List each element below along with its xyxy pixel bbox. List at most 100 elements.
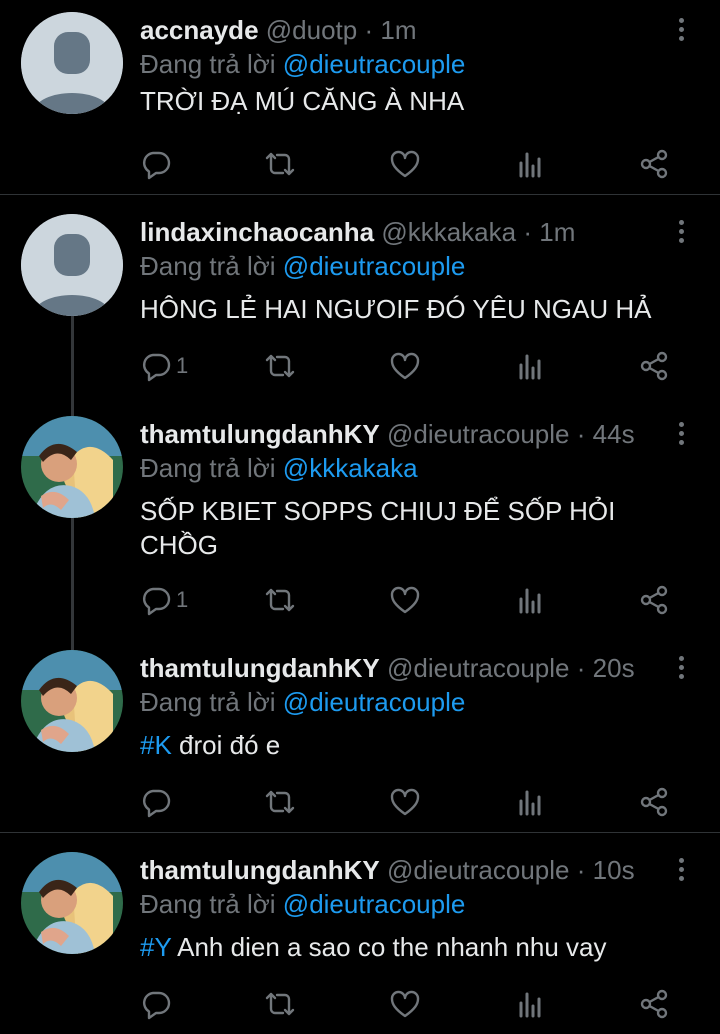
tweet-time[interactable]: 20s	[593, 653, 635, 683]
reply-icon	[142, 151, 171, 180]
replying-to-mention[interactable]: @dieutracouple	[283, 687, 466, 717]
separator-dot: ·	[576, 419, 586, 449]
user-handle[interactable]: @kkkakaka	[381, 217, 516, 247]
share-icon	[640, 351, 668, 381]
user-handle[interactable]: @dieutracouple	[387, 419, 570, 449]
tweet-actions: 1	[140, 346, 680, 386]
reply-button[interactable]: 1	[140, 580, 188, 620]
reply-button[interactable]	[140, 984, 176, 1024]
retweet-button[interactable]	[264, 346, 296, 386]
more-icon[interactable]	[676, 858, 686, 884]
analytics-button[interactable]	[515, 580, 547, 620]
tweet-text: TRỜI ĐẠ MÚ CĂNG À NHA	[140, 84, 700, 118]
share-icon	[640, 787, 668, 817]
user-handle[interactable]: @dieutracouple	[387, 653, 570, 683]
share-icon	[640, 585, 668, 615]
tweet-3[interactable]: thamtulungdanhKY @dieutracouple · 44s Đa…	[0, 414, 720, 624]
retweet-button[interactable]	[264, 144, 296, 184]
tweet-actions	[140, 984, 680, 1024]
replying-to-label: Đang trả lời	[140, 453, 276, 483]
display-name[interactable]: thamtulungdanhKY	[140, 855, 380, 885]
like-button[interactable]	[389, 144, 421, 184]
like-button[interactable]	[389, 984, 421, 1024]
reply-button[interactable]: 1	[140, 346, 188, 386]
hashtag-link[interactable]: #Y	[140, 932, 171, 962]
tweet-4[interactable]: thamtulungdanhKY @dieutracouple · 20s Đa…	[0, 648, 720, 826]
user-avatar[interactable]	[21, 650, 123, 752]
analytics-button[interactable]	[515, 984, 547, 1024]
replying-to-mention[interactable]: @dieutracouple	[283, 889, 466, 919]
tweet-text-line: TRỜI ĐẠ MÚ CĂNG À NHA	[140, 86, 465, 116]
share-icon	[640, 989, 668, 1019]
tweet-text-line: CHỒG	[140, 530, 218, 560]
like-icon	[390, 150, 420, 178]
like-button[interactable]	[389, 782, 421, 822]
retweet-button[interactable]	[264, 580, 296, 620]
replying-to-label: Đang trả lời	[140, 687, 276, 717]
retweet-button[interactable]	[264, 984, 296, 1024]
default-avatar[interactable]	[21, 214, 123, 316]
hashtag-link[interactable]: #K	[140, 730, 172, 760]
user-avatar[interactable]	[21, 416, 123, 518]
replying-to: Đang trả lời @kkkakaka	[140, 448, 418, 488]
retweet-icon	[265, 152, 295, 176]
reply-button[interactable]	[140, 782, 176, 822]
tweet-text-rest: đroi đó e	[171, 730, 281, 760]
display-name[interactable]: accnayde	[140, 15, 259, 45]
tweet-actions	[140, 144, 680, 184]
replying-to: Đang trả lời @dieutracouple	[140, 682, 465, 722]
analytics-icon	[519, 790, 541, 816]
tweet-actions	[140, 782, 680, 822]
user-avatar[interactable]	[21, 852, 123, 954]
more-icon[interactable]	[676, 220, 686, 246]
retweet-icon	[265, 992, 295, 1016]
retweet-button[interactable]	[264, 782, 296, 822]
profile-photo	[21, 416, 123, 518]
display-name[interactable]: thamtulungdanhKY	[140, 653, 380, 683]
user-handle[interactable]: @duotp	[266, 15, 357, 45]
analytics-button[interactable]	[515, 144, 547, 184]
default-avatar[interactable]	[21, 12, 123, 114]
share-button[interactable]	[638, 580, 670, 620]
reply-icon	[142, 991, 171, 1020]
analytics-button[interactable]	[515, 782, 547, 822]
share-button[interactable]	[638, 346, 670, 386]
replying-to-mention[interactable]: @dieutracouple	[283, 251, 466, 281]
more-icon[interactable]	[676, 18, 686, 44]
user-handle[interactable]: @dieutracouple	[387, 855, 570, 885]
like-button[interactable]	[389, 346, 421, 386]
display-name[interactable]: lindaxinchaocanha	[140, 217, 374, 247]
separator-dot: ·	[576, 855, 586, 885]
like-icon	[390, 586, 420, 614]
tweet-divider	[0, 832, 720, 833]
tweet-1[interactable]: accnayde @duotp · 1m Đang trả lời @dieut…	[0, 10, 720, 190]
tweet-divider	[0, 194, 720, 195]
analytics-icon	[519, 588, 541, 614]
tweet-time[interactable]: 1m	[539, 217, 575, 247]
tweet-text-line: HÔNG LẺ HAI NGƯOIF ĐÓ YÊU NGAU HẢ	[140, 294, 652, 324]
tweet-2[interactable]: lindaxinchaocanha @kkkakaka · 1m Đang tr…	[0, 212, 720, 392]
tweet-text: HÔNG LẺ HAI NGƯOIF ĐÓ YÊU NGAU HẢ	[140, 292, 700, 326]
display-name[interactable]: thamtulungdanhKY	[140, 419, 380, 449]
replying-to-mention[interactable]: @dieutracouple	[283, 49, 466, 79]
tweet-time[interactable]: 1m	[380, 15, 416, 45]
reply-icon	[142, 789, 171, 818]
analytics-button[interactable]	[515, 346, 547, 386]
more-icon[interactable]	[676, 422, 686, 448]
tweet-time[interactable]: 44s	[593, 419, 635, 449]
replying-to: Đang trả lời @dieutracouple	[140, 884, 465, 924]
reply-button[interactable]	[140, 144, 176, 184]
analytics-icon	[519, 992, 541, 1018]
reply-count: 1	[176, 587, 189, 612]
separator-dot: ·	[364, 15, 374, 45]
more-icon[interactable]	[676, 656, 686, 682]
tweet-time[interactable]: 10s	[593, 855, 635, 885]
tweet-5[interactable]: thamtulungdanhKY @dieutracouple · 10s Đa…	[0, 850, 720, 1034]
share-button[interactable]	[638, 144, 670, 184]
share-button[interactable]	[638, 782, 670, 822]
share-button[interactable]	[638, 984, 670, 1024]
profile-photo	[21, 852, 123, 954]
replying-to-mention[interactable]: @kkkakaka	[283, 453, 418, 483]
like-button[interactable]	[389, 580, 421, 620]
reply-count: 1	[176, 353, 189, 378]
